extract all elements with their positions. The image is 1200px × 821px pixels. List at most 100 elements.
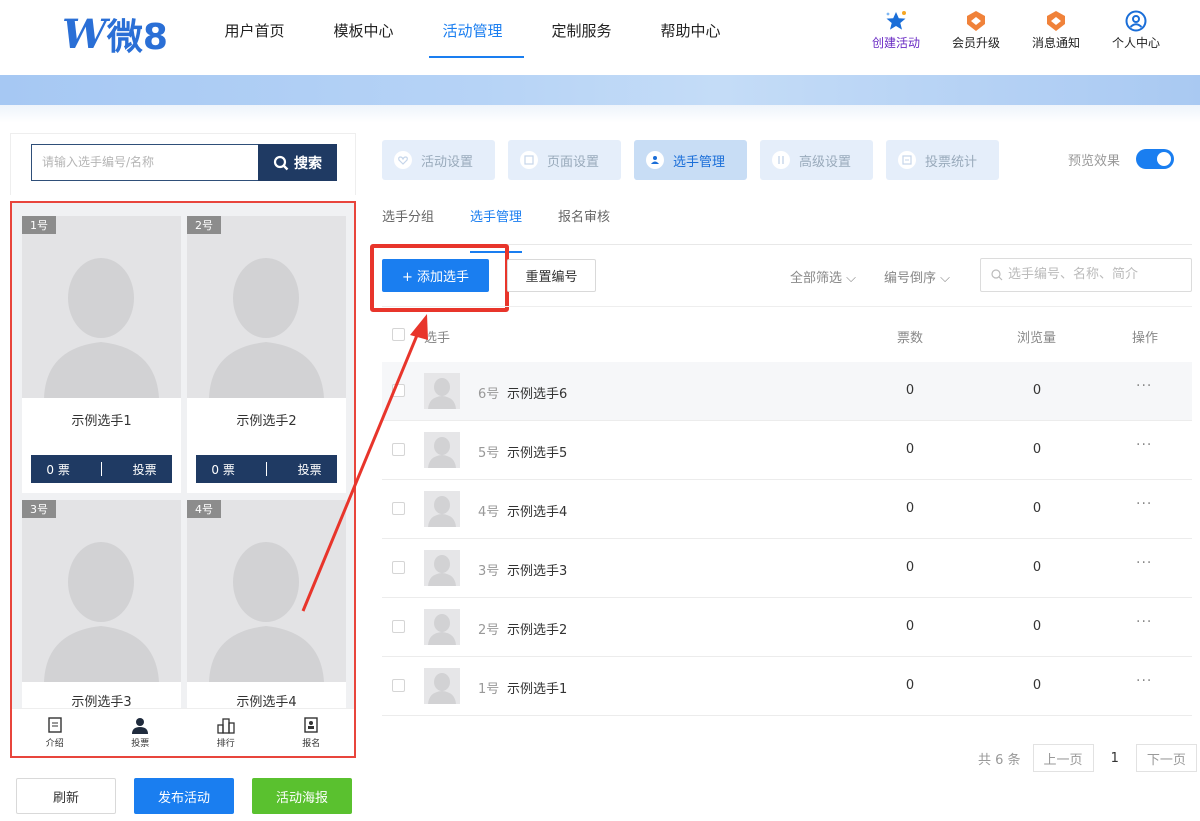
tab-vote[interactable]: 投票 xyxy=(98,709,184,756)
table-header: 选手 票数 浏览量 操作 xyxy=(382,306,1192,362)
chart-icon xyxy=(898,151,916,169)
more-actions-icon[interactable]: ··· xyxy=(1136,496,1152,512)
col-views: 浏览量 xyxy=(1017,331,1057,346)
select-all-checkbox[interactable] xyxy=(392,328,405,341)
player-avatar xyxy=(424,668,460,704)
create-activity-button[interactable]: 创建活动 xyxy=(862,10,930,51)
nav-user-home[interactable]: 用户首页 xyxy=(200,0,309,58)
preview-player-card[interactable]: 3号 示例选手3 xyxy=(22,500,181,720)
person-silhouette-icon xyxy=(428,496,456,527)
bell-badge-icon xyxy=(1022,10,1090,32)
preview-search-input[interactable]: 请输入选手编号/名称 xyxy=(31,144,259,181)
nav-template-center[interactable]: 模板中心 xyxy=(309,0,418,58)
player-name: 示例选手5 xyxy=(507,446,568,461)
tab-ranking[interactable]: 排行 xyxy=(183,709,269,756)
chevron-down-icon: ⌵ xyxy=(846,271,857,286)
row-checkbox[interactable] xyxy=(392,679,405,692)
person-silhouette-icon xyxy=(428,555,456,586)
reset-number-button[interactable]: 重置编号 xyxy=(507,259,596,292)
person-silhouette-icon xyxy=(44,542,159,682)
nav-help-center[interactable]: 帮助中心 xyxy=(636,0,745,58)
logo[interactable]: W 微8 xyxy=(62,10,168,59)
more-actions-icon[interactable]: ··· xyxy=(1136,378,1152,394)
more-actions-icon[interactable]: ··· xyxy=(1136,614,1152,630)
person-silhouette-icon xyxy=(428,614,456,645)
all-filter-dropdown[interactable]: 全部筛选 ⌵ xyxy=(790,267,856,286)
add-player-button[interactable]: + 添加选手 xyxy=(382,259,489,292)
view-count: 0 xyxy=(1032,442,1042,457)
tab-page-settings[interactable]: 页面设置 xyxy=(508,140,621,180)
player-number-badge: 1号 xyxy=(22,216,56,234)
row-checkbox[interactable] xyxy=(392,620,405,633)
tab-player-management[interactable]: 选手管理 xyxy=(634,140,747,180)
more-actions-icon[interactable]: ··· xyxy=(1136,673,1152,689)
preview-search-button[interactable]: 搜索 xyxy=(258,144,337,181)
row-checkbox[interactable] xyxy=(392,384,405,397)
refresh-button[interactable]: 刷新 xyxy=(16,778,116,814)
player-avatar xyxy=(424,550,460,586)
row-checkbox[interactable] xyxy=(392,561,405,574)
next-page-button[interactable]: 下一页 xyxy=(1135,744,1197,772)
mobile-preview-panel: 1号 示例选手1 0 票投票 2号 示例选手2 0 票投票 3号 示例选手3 4… xyxy=(10,201,356,758)
player-avatar xyxy=(424,373,460,409)
player-name: 示例选手1 xyxy=(507,682,568,697)
preview-player-card[interactable]: 4号 示例选手4 xyxy=(187,500,346,720)
player-number: 1号 xyxy=(478,682,500,697)
vote-button[interactable]: 0 票投票 xyxy=(196,455,337,483)
player-name: 示例选手2 xyxy=(236,414,297,429)
publish-activity-button[interactable]: 发布活动 xyxy=(134,778,234,814)
vote-button[interactable]: 0 票投票 xyxy=(31,455,172,483)
tab-signup[interactable]: 报名 xyxy=(269,709,355,756)
person-silhouette-icon xyxy=(428,437,456,468)
table-row: 2号 示例选手2 0 0 ··· xyxy=(382,598,1192,657)
view-count: 0 xyxy=(1032,560,1042,575)
table-row: 5号 示例选手5 0 0 ··· xyxy=(382,421,1192,480)
tab-intro[interactable]: 介绍 xyxy=(12,709,98,756)
view-count: 0 xyxy=(1032,383,1042,398)
more-actions-icon[interactable]: ··· xyxy=(1136,437,1152,453)
player-number-badge: 2号 xyxy=(187,216,221,234)
row-checkbox[interactable] xyxy=(392,502,405,515)
tab-advanced-settings[interactable]: 高级设置 xyxy=(760,140,873,180)
sort-order-dropdown[interactable]: 编号倒序 ⌵ xyxy=(884,267,950,286)
document-icon xyxy=(12,716,98,734)
player-number: 4号 xyxy=(478,505,500,520)
prev-page-button[interactable]: 上一页 xyxy=(1032,744,1094,772)
total-count: 共 6 条 xyxy=(978,752,1021,768)
activity-poster-button[interactable]: 活动海报 xyxy=(252,778,352,814)
person-silhouette-icon xyxy=(209,258,324,398)
star-icon xyxy=(862,10,930,32)
search-icon xyxy=(991,269,1003,281)
tab-activity-settings[interactable]: 活动设置 xyxy=(382,140,495,180)
preview-effect-toggle[interactable] xyxy=(1136,149,1174,169)
member-upgrade-button[interactable]: 会员升级 xyxy=(942,10,1010,51)
preview-effect-label: 预览效果 xyxy=(1068,154,1121,169)
sliders-icon xyxy=(772,151,790,169)
preview-player-card[interactable]: 2号 示例选手2 0 票投票 xyxy=(187,216,346,493)
top-header: W 微8 用户首页 模板中心 活动管理 定制服务 帮助中心 创建活动 会员升级 … xyxy=(0,0,1200,75)
user-circle-icon xyxy=(1102,10,1170,32)
player-name: 示例选手2 xyxy=(507,623,568,638)
more-actions-icon[interactable]: ··· xyxy=(1136,555,1152,571)
message-notify-button[interactable]: 消息通知 xyxy=(1022,10,1090,51)
subtab-player-groups[interactable]: 选手分组 xyxy=(382,200,434,244)
subtab-signup-review[interactable]: 报名审核 xyxy=(558,200,610,244)
player-search-input[interactable]: 选手编号、名称、简介 xyxy=(980,258,1192,292)
nav-activity-manage[interactable]: 活动管理 xyxy=(418,0,527,58)
nav-custom-service[interactable]: 定制服务 xyxy=(527,0,636,58)
current-page[interactable]: 1 xyxy=(1111,751,1119,766)
settings-tabs: 活动设置 页面设置 选手管理 高级设置 投票统计 xyxy=(382,140,1012,180)
col-votes: 票数 xyxy=(897,331,924,346)
player-number-badge: 4号 xyxy=(187,500,221,518)
person-icon xyxy=(646,151,664,169)
header-banner xyxy=(0,75,1200,105)
subtab-player-management[interactable]: 选手管理 xyxy=(470,200,523,253)
preview-player-card[interactable]: 1号 示例选手1 0 票投票 xyxy=(22,216,181,493)
player-photo: 2号 xyxy=(187,216,346,398)
row-checkbox[interactable] xyxy=(392,443,405,456)
tab-vote-statistics[interactable]: 投票统计 xyxy=(886,140,999,180)
personal-center-button[interactable]: 个人中心 xyxy=(1102,10,1170,51)
pagination: 共 6 条 上一页 1 下一页 xyxy=(978,744,1197,772)
podium-icon xyxy=(183,716,269,734)
player-number: 2号 xyxy=(478,623,500,638)
